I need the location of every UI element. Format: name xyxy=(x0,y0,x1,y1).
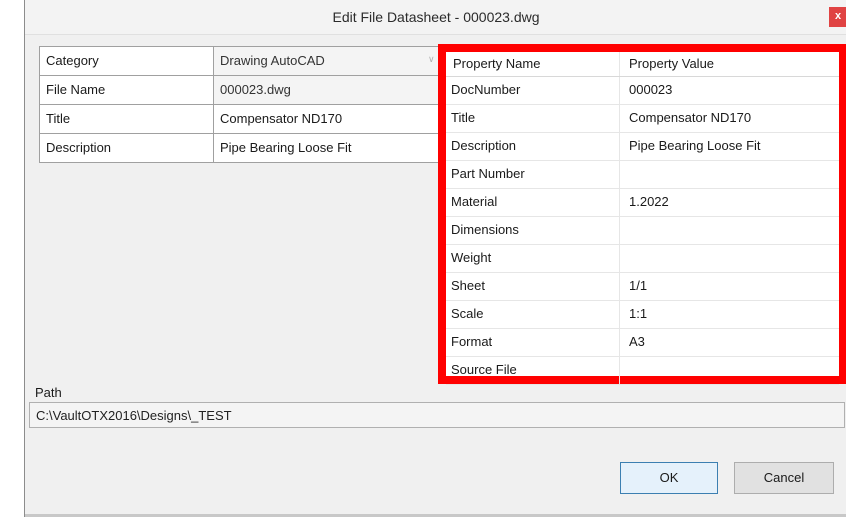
table-row[interactable]: Sheet 1/1 xyxy=(446,273,839,301)
property-value[interactable]: A3 xyxy=(620,329,839,356)
property-name: Material xyxy=(446,189,620,216)
property-value[interactable]: 1/1 xyxy=(620,273,839,300)
category-label: Category xyxy=(40,47,214,75)
table-row[interactable]: Material 1.2022 xyxy=(446,189,839,217)
property-value[interactable] xyxy=(620,217,839,244)
description-label: Description xyxy=(40,134,214,162)
table-row[interactable]: Dimensions xyxy=(446,217,839,245)
property-name: Source File xyxy=(446,357,620,384)
property-table-highlight: Property Name Property Value DocNumber 0… xyxy=(438,44,846,385)
edit-file-datasheet-dialog: Edit File Datasheet - 000023.dwg x Categ… xyxy=(24,0,846,517)
column-header-property-value[interactable]: Property Value xyxy=(620,52,839,76)
property-name: Scale xyxy=(446,301,620,328)
table-row[interactable]: Format A3 xyxy=(446,329,839,357)
property-value[interactable]: 1.2022 xyxy=(620,189,839,216)
property-table-header: Property Name Property Value xyxy=(446,52,839,77)
property-value[interactable] xyxy=(620,161,839,188)
property-name: DocNumber xyxy=(446,77,620,104)
property-name: Sheet xyxy=(446,273,620,300)
file-properties-grid: Category Drawing AutoCAD ∨ File Name 000… xyxy=(39,46,445,163)
file-name-row: File Name 000023.dwg xyxy=(40,76,444,105)
path-label: Path xyxy=(35,385,62,400)
title-label: Title xyxy=(40,105,214,133)
title-row: Title Compensator ND170 xyxy=(40,105,444,134)
table-row[interactable]: Weight xyxy=(446,245,839,273)
property-value[interactable] xyxy=(620,357,839,384)
property-name: Part Number xyxy=(446,161,620,188)
property-value[interactable] xyxy=(620,245,839,272)
title-bar[interactable]: Edit File Datasheet - 000023.dwg x xyxy=(25,0,846,35)
table-row[interactable]: Part Number xyxy=(446,161,839,189)
column-header-property-name[interactable]: Property Name xyxy=(446,52,620,76)
table-row[interactable]: DocNumber 000023 xyxy=(446,77,839,105)
property-value[interactable]: 1:1 xyxy=(620,301,839,328)
file-name-value: 000023.dwg xyxy=(214,76,444,104)
property-value[interactable]: 000023 xyxy=(620,77,839,104)
table-row[interactable]: Title Compensator ND170 xyxy=(446,105,839,133)
property-value[interactable]: Pipe Bearing Loose Fit xyxy=(620,133,839,160)
path-field[interactable]: C:\VaultOTX2016\Designs\_TEST xyxy=(29,402,845,428)
file-name-label: File Name xyxy=(40,76,214,104)
close-button[interactable]: x xyxy=(829,7,846,27)
window-title: Edit File Datasheet - 000023.dwg xyxy=(332,9,540,25)
cancel-button[interactable]: Cancel xyxy=(734,462,834,494)
table-row[interactable]: Source File xyxy=(446,357,839,385)
ok-button[interactable]: OK xyxy=(620,462,718,494)
property-name: Title xyxy=(446,105,620,132)
chevron-down-icon[interactable]: ∨ xyxy=(428,55,436,64)
table-row[interactable]: Scale 1:1 xyxy=(446,301,839,329)
title-field[interactable]: Compensator ND170 xyxy=(214,105,444,133)
category-row: Category Drawing AutoCAD ∨ xyxy=(40,47,444,76)
property-name: Dimensions xyxy=(446,217,620,244)
description-row: Description Pipe Bearing Loose Fit xyxy=(40,134,444,163)
table-row[interactable]: Description Pipe Bearing Loose Fit xyxy=(446,133,839,161)
property-value[interactable]: Compensator ND170 xyxy=(620,105,839,132)
category-value: Drawing AutoCAD xyxy=(220,53,325,68)
category-dropdown[interactable]: Drawing AutoCAD ∨ xyxy=(214,47,444,75)
property-name: Format xyxy=(446,329,620,356)
property-name: Description xyxy=(446,133,620,160)
property-name: Weight xyxy=(446,245,620,272)
description-field[interactable]: Pipe Bearing Loose Fit xyxy=(214,134,444,162)
property-table: Property Name Property Value DocNumber 0… xyxy=(446,52,839,385)
